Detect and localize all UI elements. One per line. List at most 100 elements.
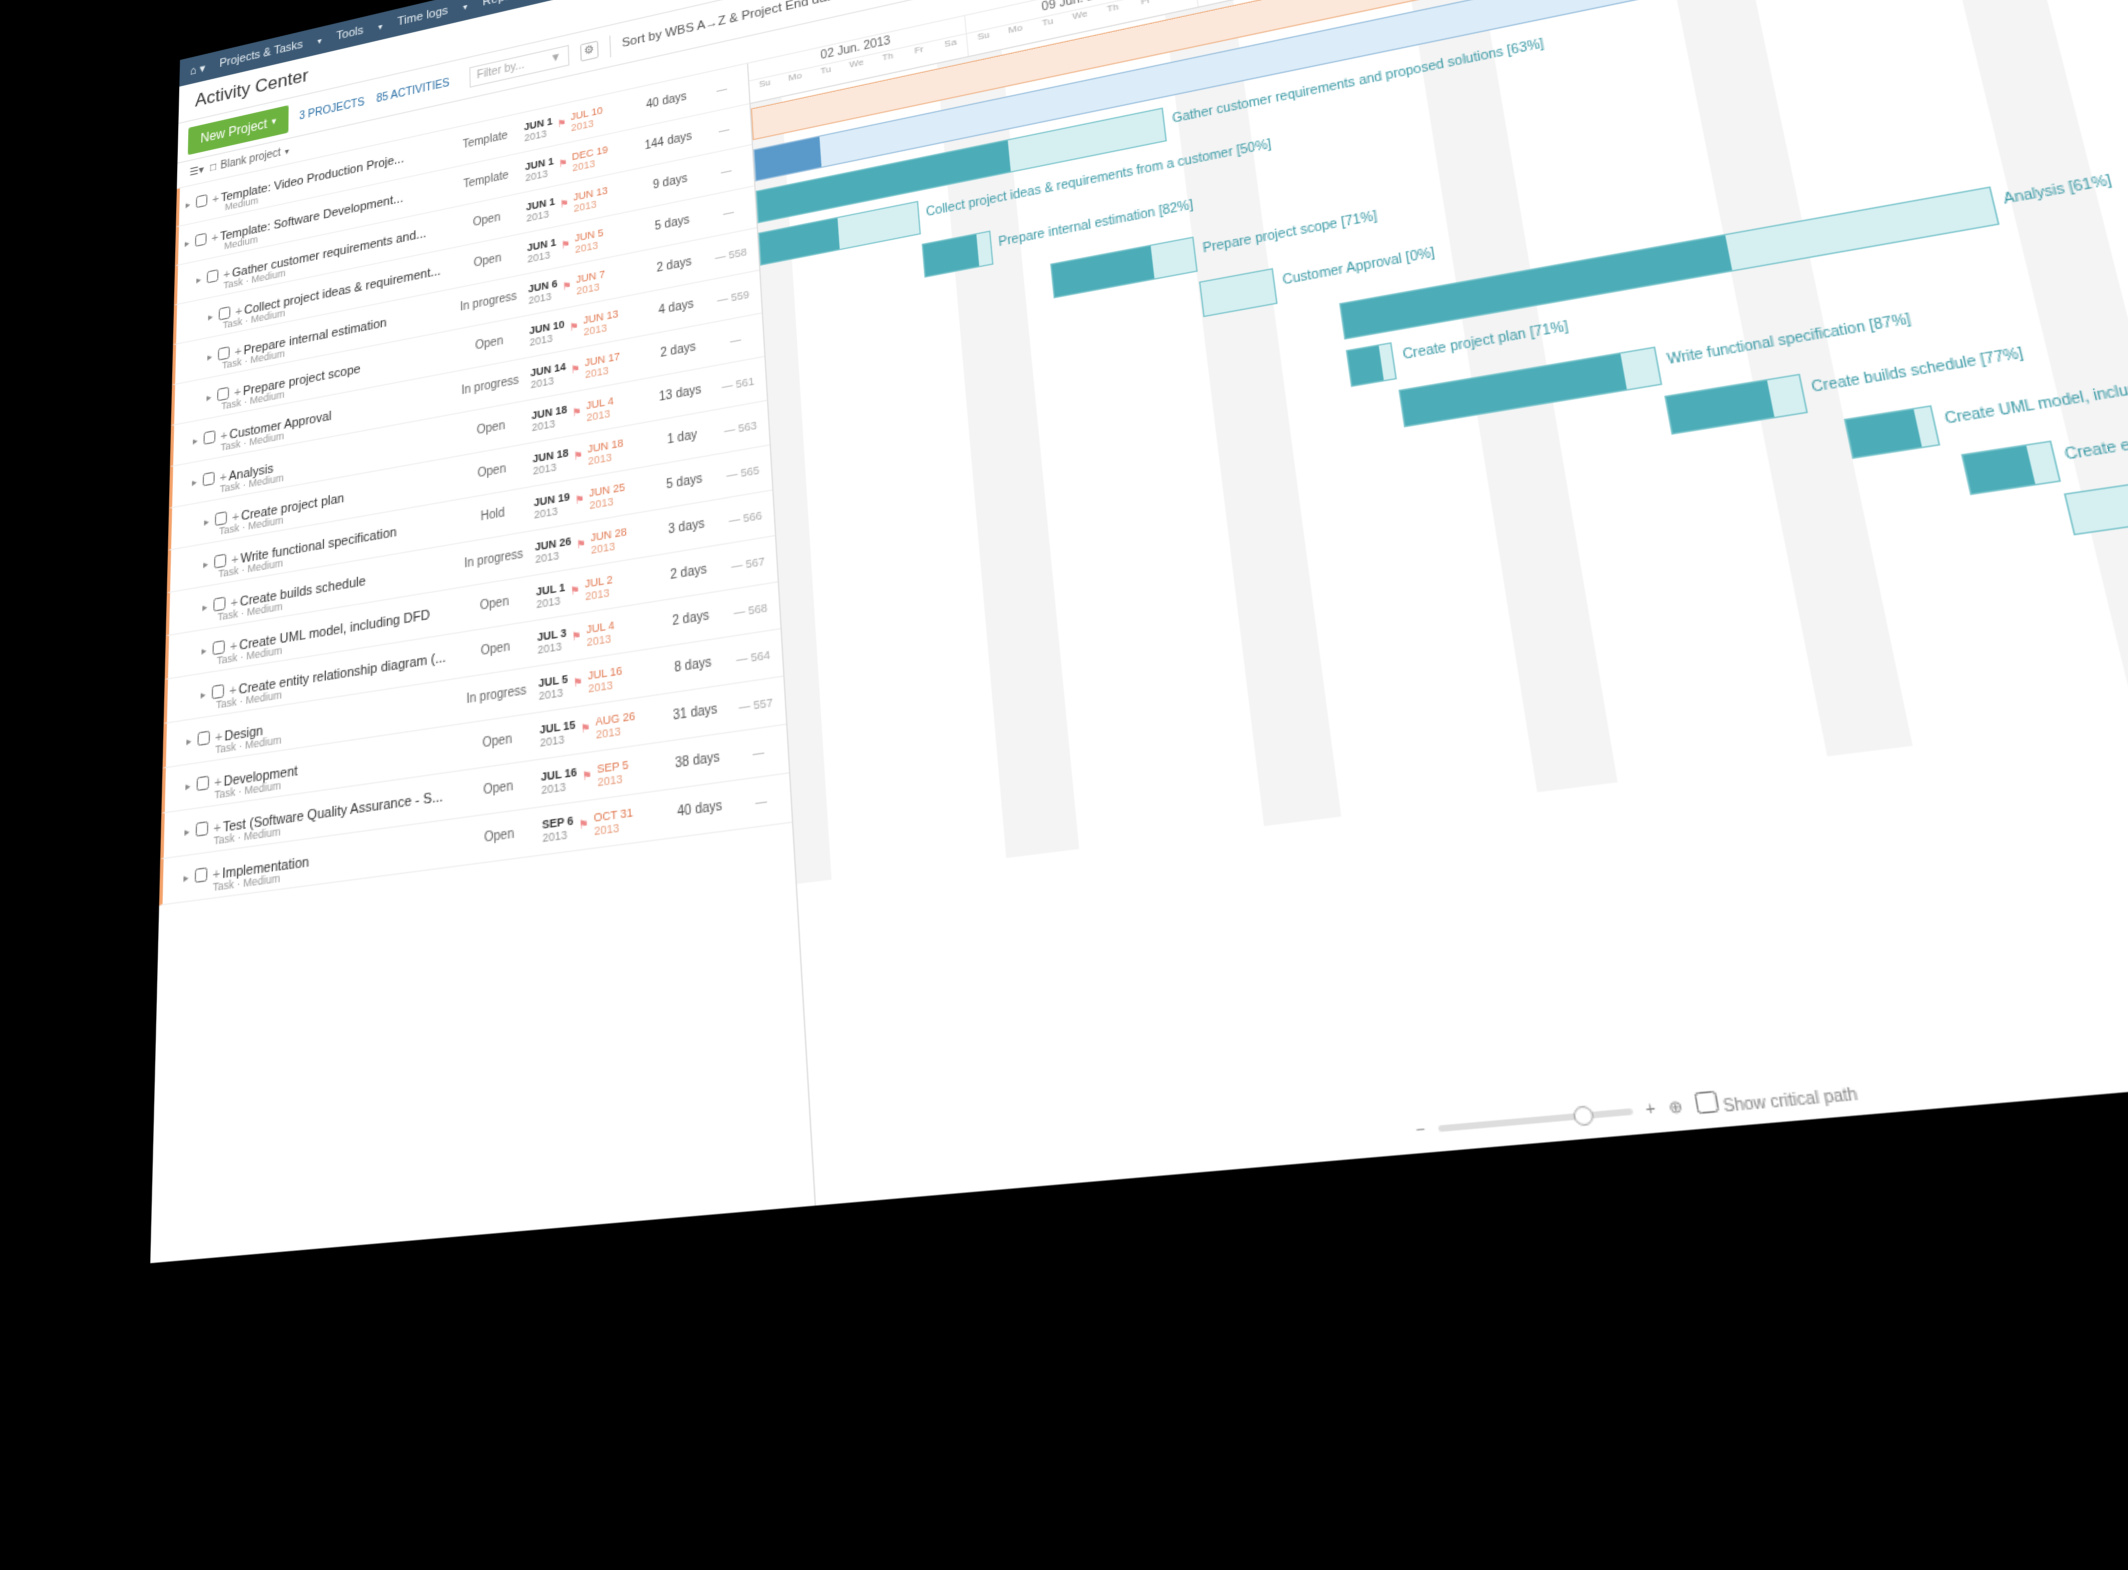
task-duration: 2 days bbox=[644, 253, 704, 278]
expand-icon[interactable]: ▸ bbox=[204, 514, 215, 529]
task-status: Open bbox=[449, 330, 529, 358]
flag-icon: ⚑ bbox=[582, 768, 593, 784]
task-status: Hold bbox=[452, 502, 534, 530]
task-code: — bbox=[701, 201, 755, 224]
task-dates: JUL 52013⚑JUL 162013 bbox=[538, 657, 662, 701]
task-checkbox[interactable] bbox=[212, 683, 225, 698]
gantt-timeline[interactable]: 02 Jun. 2013SuMoTuWeThFrSa09 Jun. 2013Su… bbox=[748, 0, 2128, 1206]
task-duration: 5 days bbox=[642, 211, 702, 236]
flag-icon: ⚑ bbox=[561, 238, 571, 252]
task-code: — bbox=[695, 78, 748, 101]
expand-icon[interactable]: ▸ bbox=[202, 600, 213, 615]
gear-icon[interactable]: ⚙ bbox=[580, 40, 599, 61]
flag-icon: ⚑ bbox=[570, 362, 580, 377]
flag-icon: ⚑ bbox=[575, 493, 585, 508]
task-duration: 144 days bbox=[639, 129, 698, 154]
task-duration: 40 days bbox=[637, 89, 695, 114]
collapse-icon[interactable]: ☰▾ bbox=[189, 164, 204, 179]
activities-count[interactable]: 85 ACTIVITIES bbox=[376, 77, 449, 105]
expand-icon[interactable]: ▸ bbox=[185, 236, 196, 250]
home-icon[interactable]: ⌂ ▾ bbox=[190, 61, 206, 78]
task-dates: JUL 152013⚑AUG 262013 bbox=[539, 705, 664, 749]
task-dates: JUL 162013⚑SEP 52013 bbox=[541, 752, 667, 796]
expand-icon[interactable]: ▸ bbox=[196, 273, 207, 287]
gantt-footer: − + ⊕ Show critical path bbox=[1414, 1078, 1859, 1144]
task-status: Open bbox=[453, 591, 536, 618]
flag-icon: ⚑ bbox=[572, 405, 582, 420]
expand-icon[interactable]: ▸ bbox=[183, 870, 195, 886]
flag-icon: ⚑ bbox=[580, 721, 590, 737]
task-dates: SEP 62013⚑OCT 312013 bbox=[542, 800, 668, 844]
expand-icon[interactable]: ▸ bbox=[201, 643, 212, 658]
task-code: — 558 bbox=[704, 243, 759, 265]
task-code: — bbox=[729, 742, 788, 764]
task-status: Open bbox=[454, 636, 538, 663]
flag-icon: ⚑ bbox=[578, 817, 589, 833]
task-checkbox[interactable] bbox=[212, 639, 224, 654]
task-status: Template bbox=[447, 166, 525, 195]
task-checkbox[interactable] bbox=[203, 430, 215, 445]
task-code: — 561 bbox=[710, 372, 766, 394]
task-code: — 563 bbox=[712, 416, 768, 438]
zoom-in-icon[interactable]: + bbox=[1644, 1100, 1657, 1119]
zoom-out-icon[interactable]: − bbox=[1415, 1121, 1427, 1140]
task-duration: 8 days bbox=[661, 654, 725, 678]
task-duration: 40 days bbox=[667, 798, 732, 822]
gantt-bar[interactable]: Prepare project scope [71%] bbox=[1050, 237, 1198, 299]
task-dates: JUL 32013⚑JUL 42013 bbox=[537, 611, 660, 656]
task-duration: 38 days bbox=[665, 749, 729, 773]
expand-icon[interactable]: ▸ bbox=[193, 433, 204, 448]
expand-icon[interactable]: ▸ bbox=[192, 475, 203, 490]
expand-icon[interactable]: ▸ bbox=[185, 198, 196, 212]
task-checkbox[interactable] bbox=[197, 775, 210, 791]
expand-icon[interactable]: ▸ bbox=[207, 350, 218, 364]
expand-icon[interactable]: ▸ bbox=[206, 390, 217, 405]
task-status: Open bbox=[448, 247, 527, 276]
task-status: In progress bbox=[450, 372, 531, 400]
gantt-label: Customer Approval [0%] bbox=[1282, 246, 1436, 288]
add-icon[interactable]: + bbox=[210, 230, 221, 245]
gantt-label: Create builds schedule [77%] bbox=[1810, 346, 2024, 396]
flag-icon: ⚑ bbox=[576, 537, 586, 552]
task-checkbox[interactable] bbox=[203, 471, 215, 486]
expand-icon[interactable]: ▸ bbox=[185, 779, 197, 794]
expand-icon[interactable]: ▸ bbox=[203, 557, 214, 572]
task-code: — 557 bbox=[727, 693, 786, 715]
expand-icon[interactable]: ▸ bbox=[186, 734, 197, 749]
projects-count[interactable]: 3 PROJECTS bbox=[299, 96, 364, 122]
task-checkbox[interactable] bbox=[195, 232, 207, 246]
task-code: — 565 bbox=[715, 461, 772, 483]
add-icon[interactable]: + bbox=[210, 192, 221, 207]
task-status: In progress bbox=[452, 546, 535, 573]
task-checkbox[interactable] bbox=[196, 820, 209, 836]
task-checkbox[interactable] bbox=[196, 193, 208, 207]
task-code: — 564 bbox=[724, 646, 782, 668]
gantt-bar[interactable]: Create UML model, including DFD [81%] bbox=[1844, 405, 1940, 459]
task-code: — bbox=[699, 159, 753, 182]
task-duration: 2 days bbox=[657, 561, 720, 585]
task-status: Open bbox=[447, 206, 526, 235]
task-checkbox[interactable] bbox=[197, 730, 210, 746]
task-checkbox[interactable] bbox=[207, 269, 219, 283]
task-status: Open bbox=[456, 823, 542, 849]
flag-icon: ⚑ bbox=[570, 583, 580, 598]
expand-icon[interactable]: ▸ bbox=[208, 310, 219, 324]
expand-icon[interactable]: ▸ bbox=[184, 824, 196, 840]
task-checkbox[interactable] bbox=[195, 867, 208, 883]
nav-tools[interactable]: Tools bbox=[336, 24, 363, 43]
gantt-bar[interactable]: Create project plan [71%] bbox=[1346, 342, 1398, 387]
expand-icon[interactable]: ▸ bbox=[201, 687, 212, 702]
task-code: — bbox=[697, 118, 751, 141]
gantt-bar[interactable]: Create entity relationship diagram (ERD)… bbox=[1961, 440, 2061, 495]
task-status: In progress bbox=[449, 288, 529, 316]
task-duration: 2 days bbox=[659, 607, 722, 631]
task-code: — 566 bbox=[717, 506, 774, 528]
task-status: Open bbox=[450, 415, 531, 443]
flag-icon: ⚑ bbox=[573, 449, 583, 464]
task-code: — bbox=[732, 791, 791, 813]
zoom-slider[interactable] bbox=[1438, 1108, 1634, 1132]
fit-icon[interactable]: ⊕ bbox=[1667, 1098, 1684, 1117]
filter-icon: ▼ bbox=[550, 51, 561, 65]
critical-path-toggle[interactable]: Show critical path bbox=[1694, 1078, 1859, 1119]
flag-icon: ⚑ bbox=[560, 197, 570, 211]
